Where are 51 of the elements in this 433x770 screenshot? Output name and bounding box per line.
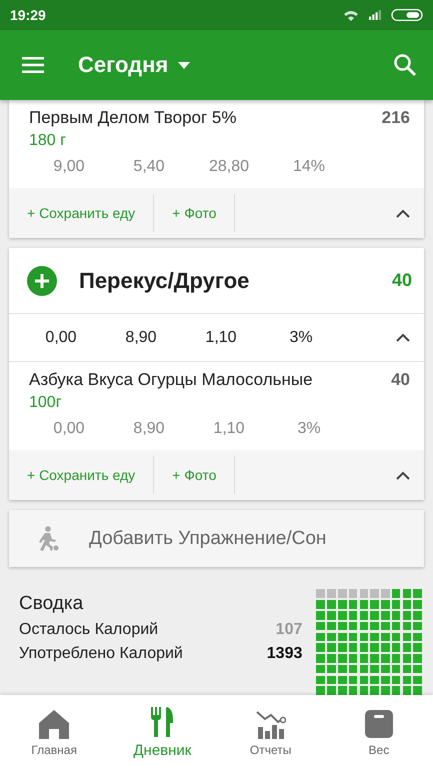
summary-value: 107 — [276, 621, 302, 640]
search-button[interactable] — [393, 53, 417, 77]
macro-total: 0,00 — [44, 328, 78, 346]
macro-total: 3% — [288, 328, 314, 346]
food-amount: 100г — [29, 394, 63, 412]
fork-knife-icon — [150, 706, 174, 738]
wifi-icon — [343, 9, 359, 21]
macro-total: 1,10 — [204, 328, 238, 346]
summary-label: Осталось Калорий — [19, 621, 158, 640]
meal-calories: 40 — [392, 270, 412, 291]
macro-value: 14% — [292, 158, 326, 176]
summary-value: 1393 — [266, 645, 302, 664]
macro-value: 8,90 — [132, 420, 166, 438]
food-name: Азбука Вкуса Огурцы Малосольные — [29, 370, 313, 390]
signal-icon — [369, 10, 381, 20]
date-dropdown[interactable]: Сегодня — [78, 52, 190, 78]
food-calories: 40 — [391, 370, 410, 390]
food-name: Первым Делом Творог 5% — [29, 108, 237, 128]
caret-icon[interactable] — [396, 470, 410, 480]
nav-tab[interactable]: Отчеты — [216, 695, 325, 770]
nav-tab[interactable]: Вес — [324, 695, 433, 770]
running-person-icon — [37, 526, 59, 552]
caret-icon[interactable] — [396, 333, 410, 342]
menu-button[interactable] — [22, 56, 44, 74]
nav-tab[interactable]: Главная — [0, 695, 108, 770]
meal-title: Перекус/Другое — [79, 268, 250, 294]
add-icon[interactable] — [27, 266, 57, 296]
add-exercise-button[interactable]: Добавить Упражнение/Сон — [9, 510, 424, 568]
home-icon — [38, 708, 70, 738]
caret-icon[interactable] — [396, 208, 410, 218]
status-time: 19:29 — [10, 7, 46, 23]
summary-title: Сводка — [19, 593, 84, 616]
dropdown-arrow-icon — [178, 62, 190, 68]
macro-value: 0,00 — [52, 420, 86, 438]
macro-value: 1,10 — [212, 420, 246, 438]
battery-icon — [391, 9, 423, 21]
action-link[interactable]: + Фото — [154, 456, 236, 494]
food-calories: 216 — [382, 108, 410, 128]
food-amount: 180 г — [29, 132, 67, 150]
macro-total: 8,90 — [124, 328, 158, 346]
macro-value: 28,80 — [208, 158, 250, 176]
scale-icon — [364, 708, 394, 738]
chart-icon — [256, 708, 286, 738]
macro-value: 3% — [296, 420, 322, 438]
nav-tab[interactable]: Дневник — [108, 695, 216, 770]
action-link[interactable]: + Сохранить еду — [9, 194, 154, 232]
action-link[interactable]: + Фото — [154, 194, 236, 232]
summary-label: Употреблено Калорий — [19, 645, 183, 664]
action-link[interactable]: + Сохранить еду — [9, 456, 154, 494]
macro-value: 9,00 — [52, 158, 86, 176]
macro-value: 5,40 — [132, 158, 166, 176]
